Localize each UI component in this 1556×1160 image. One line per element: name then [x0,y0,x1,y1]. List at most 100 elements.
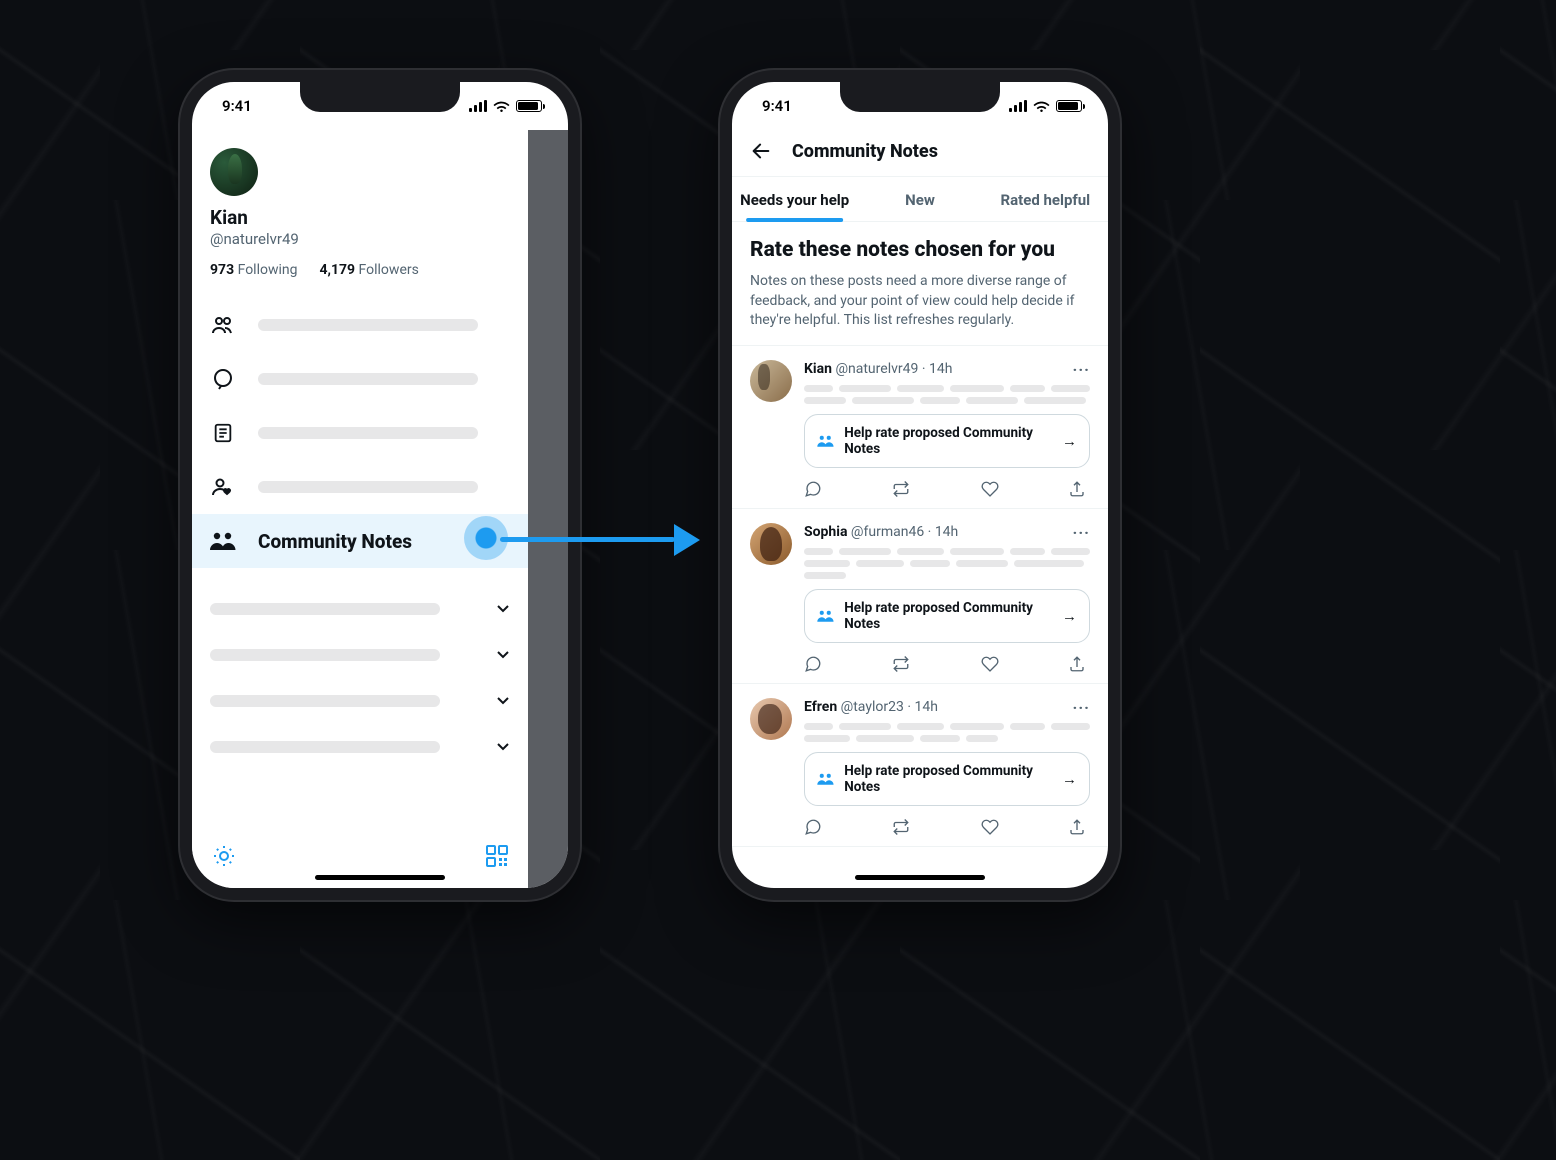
placeholder-text [210,695,440,707]
following-count: 973 [210,262,234,278]
followers-label: Followers [359,262,419,278]
retweet-icon[interactable] [891,655,911,673]
share-icon[interactable] [1068,655,1086,673]
reply-icon[interactable] [804,480,822,498]
collapse-item-placeholder[interactable] [210,724,510,770]
post-actions [804,818,1090,836]
theme-icon[interactable] [212,844,236,868]
post-content-placeholder [804,723,1090,742]
back-button[interactable] [750,140,772,162]
rate-title: Rate these notes chosen for you [750,238,1090,262]
arrow-right-icon: → [1062,770,1077,788]
like-icon[interactable] [981,655,999,673]
tab-new[interactable]: New [857,177,982,221]
menu-item-placeholder[interactable] [192,298,528,352]
reply-icon[interactable] [804,655,822,673]
like-icon[interactable] [981,480,999,498]
menu-item-placeholder[interactable] [192,406,528,460]
collapse-item-placeholder[interactable] [210,632,510,678]
wifi-icon [493,100,510,113]
phone-left: 9:41 Kian @naturelvr49 973 Following 4,1… [180,70,580,900]
share-icon[interactable] [1068,480,1086,498]
post-time-value: 14h [914,699,937,715]
more-icon[interactable]: ··· [1073,360,1090,379]
people-icon [210,312,236,338]
cellular-icon [1009,100,1027,112]
highlight-pulse [464,516,508,560]
post-author-name[interactable]: Sophia [804,524,847,540]
help-rate-card[interactable]: Help rate proposed Community Notes → [804,752,1090,806]
placeholder-text [258,319,478,331]
post-author-name[interactable]: Efren [804,699,837,715]
sidebar-menu: Kian @naturelvr49 973 Following 4,179 Fo… [192,130,528,888]
follow-stats[interactable]: 973 Following 4,179 Followers [210,262,528,278]
status-indicators [1009,100,1082,113]
placeholder-text [258,481,478,493]
battery-icon [516,100,542,112]
rate-header: Rate these notes chosen for you Notes on… [732,222,1108,346]
reply-icon[interactable] [804,818,822,836]
post-content-placeholder [804,385,1090,404]
arrow-right-icon: → [1062,432,1077,450]
chevron-down-icon [496,648,510,662]
arrow-right-icon: → [1062,607,1077,625]
post-actions [804,655,1090,673]
profile-avatar[interactable] [210,148,258,196]
post-avatar[interactable] [750,523,792,565]
menu-item-placeholder[interactable] [192,352,528,406]
help-rate-label: Help rate proposed Community Notes [844,600,1062,632]
post-item[interactable]: Kian @naturelvr49 · 14h ··· Help rate pr… [732,346,1108,509]
post-time-value: 14h [935,524,958,540]
profile-name: Kian [210,206,528,229]
more-icon[interactable]: ··· [1073,523,1090,542]
tab-rated-helpful[interactable]: Rated helpful [983,177,1108,221]
chevron-down-icon [496,602,510,616]
post-item[interactable]: Sophia @furman46 · 14h ··· Help rate pro… [732,509,1108,684]
post-author-name[interactable]: Kian [804,361,832,377]
header-title: Community Notes [792,141,938,162]
more-icon[interactable]: ··· [1073,698,1090,717]
placeholder-text [210,603,440,615]
menu-item-placeholder[interactable] [192,460,528,514]
post-author-handle[interactable]: @taylor23 [841,699,904,715]
chevron-down-icon [496,694,510,708]
post-actions [804,480,1090,498]
rate-description: Notes on these posts need a more diverse… [750,272,1090,331]
cellular-icon [469,100,487,112]
menu-label-community-notes: Community Notes [258,530,412,553]
dimmed-backdrop[interactable] [528,130,568,888]
flow-arrow [500,534,700,544]
home-indicator[interactable] [315,875,445,880]
placeholder-text [258,427,478,439]
help-rate-label: Help rate proposed Community Notes [844,763,1062,795]
share-icon[interactable] [1068,818,1086,836]
like-icon[interactable] [981,818,999,836]
post-avatar[interactable] [750,360,792,402]
post-content-placeholder [804,548,1090,579]
home-indicator[interactable] [855,875,985,880]
status-time: 9:41 [222,97,252,115]
wifi-icon [1033,100,1050,113]
post-author-handle[interactable]: @furman46 [851,524,924,540]
post-author-handle[interactable]: @naturelvr49 [835,361,918,377]
phone-right: 9:41 Community Notes Needs your help New… [720,70,1120,900]
post-time: · [922,361,929,377]
help-rate-card[interactable]: Help rate proposed Community Notes → [804,414,1090,468]
placeholder-text [258,373,478,385]
qr-code-icon[interactable] [486,845,508,867]
page-header: Community Notes [732,130,1108,177]
community-notes-icon [817,772,834,786]
help-rate-card[interactable]: Help rate proposed Community Notes → [804,589,1090,643]
tab-needs-your-help[interactable]: Needs your help [732,177,857,221]
retweet-icon[interactable] [891,818,911,836]
collapse-item-placeholder[interactable] [210,586,510,632]
notch [840,80,1000,112]
placeholder-text [210,741,440,753]
post-item[interactable]: Efren @taylor23 · 14h ··· Help rate prop… [732,684,1108,847]
help-rate-label: Help rate proposed Community Notes [844,425,1062,457]
retweet-icon[interactable] [891,480,911,498]
collapse-item-placeholder[interactable] [210,678,510,724]
post-avatar[interactable] [750,698,792,740]
profile-handle: @naturelvr49 [210,230,528,248]
placeholder-text [210,649,440,661]
